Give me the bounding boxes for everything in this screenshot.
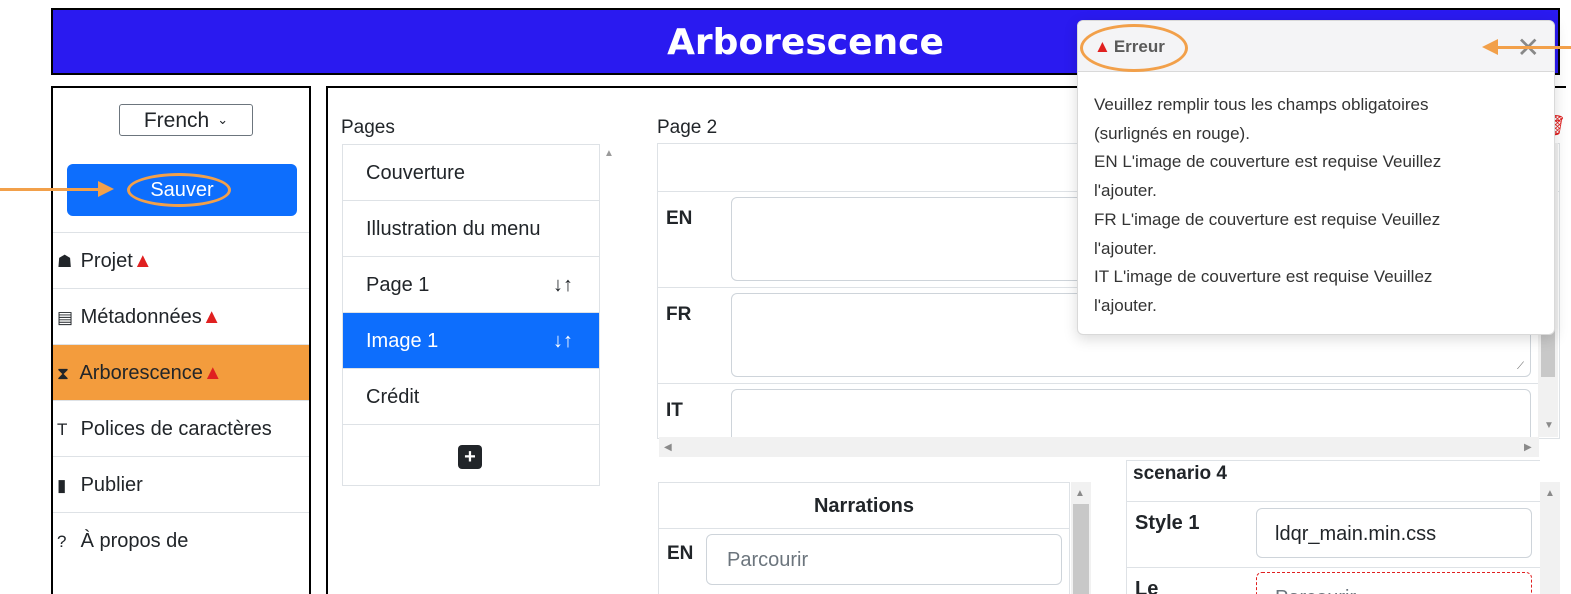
warning-icon: ▲ [201,306,222,328]
narrations-header: Narrations [659,483,1069,529]
scroll-down-icon[interactable]: ▼ [1544,420,1554,431]
list-item[interactable]: Crédit [343,369,599,425]
sidebar-item-label: À propos de [80,530,189,552]
sidebar-item-label: Publier [80,474,143,496]
language-value: French [143,109,210,132]
annotation-arrow-line [1496,46,1571,49]
text-row-it: IT [658,384,1538,438]
error-toast: ▲ Erreur ✕ Veuillez remplir tous les cham… [1077,20,1555,335]
scrollbar-thumb[interactable] [1073,504,1089,594]
list-item[interactable]: Illustration du menu [343,201,599,257]
chevron-down-icon: ⌄ [217,112,229,127]
document-icon: ▤ [57,308,74,327]
list-item-selected[interactable]: Image 1 ↓↑ [343,313,599,369]
hourglass-icon: ⧗ [57,364,69,383]
home-icon: ☗ [57,252,73,271]
scroll-up-icon[interactable]: ▲ [604,148,614,159]
sidebar-item-polices[interactable]: T Polices de caractères [53,400,309,456]
lang-label: FR [666,304,692,325]
annotation-circle [127,173,231,207]
style2-file-input[interactable]: Parcourir [1256,572,1532,594]
style1-label: Style 1 [1135,512,1200,534]
annotation-circle [1080,24,1188,72]
narration-en-file-input[interactable]: Parcourir [706,534,1062,585]
sidebar: French ⌄ Sauver ☗ Projet▲ ▤ Métadonnées▲ … [51,86,311,594]
pages-list: Couverture Illustration du menu Page 1 ↓↑… [342,144,600,486]
scroll-right-icon[interactable]: ▶ [1524,442,1532,453]
add-page-row: + [343,425,599,485]
scroll-up-icon[interactable]: ▲ [1545,488,1555,499]
sidebar-item-label: Arborescence [79,362,203,384]
style1-input[interactable]: ldqr_main.min.css [1256,508,1532,558]
toast-message: Veuillez remplir tous les champs obligat… [1094,95,1442,315]
scroll-left-icon[interactable]: ◀ [664,442,672,453]
book-icon: ▮ [57,476,67,495]
style-row: Le Parcourir [1127,567,1540,594]
pages-label: Pages [341,117,395,138]
styles-table: scenario 4 Style 1 ldqr_main.min.css Le … [1126,460,1540,594]
annotation-arrow-icon [98,181,114,197]
sidebar-item-projet[interactable]: ☗ Projet▲ [53,232,309,288]
lang-label: EN [666,208,693,229]
sidebar-item-label: Projet [80,250,133,272]
lang-label: IT [666,400,683,421]
sidebar-item-arborescence[interactable]: ⧗ Arborescence▲ [53,344,309,400]
style2-label: Le [1135,578,1159,594]
list-item[interactable]: Couverture [343,145,599,201]
sidebar-item-metadonnees[interactable]: ▤ Métadonnées▲ [53,288,309,344]
add-page-button[interactable]: + [458,445,482,469]
lang-label: EN [667,543,694,564]
warning-icon: ▲ [132,250,153,272]
horizontal-scrollbar[interactable] [659,437,1539,457]
font-icon: T [57,420,68,439]
warning-icon: ▲ [202,362,223,384]
reorder-arrows-icon[interactable]: ↓↑ [553,257,573,313]
reorder-arrows-icon[interactable]: ↓↑ [553,313,573,369]
sidebar-item-label: Métadonnées [80,306,202,328]
question-icon: ? [57,532,67,551]
sidebar-item-label: Polices de caractères [80,418,272,440]
scenario-label: scenario 4 [1133,463,1227,484]
list-item[interactable]: Page 1 ↓↑ [343,257,599,313]
sidebar-item-publier[interactable]: ▮ Publier [53,456,309,512]
sidebar-item-a-propos[interactable]: ? À propos de [53,512,309,568]
scroll-up-icon[interactable]: ▲ [1075,488,1085,499]
narrations-table: Narrations EN Parcourir [658,482,1070,594]
style-row: Style 1 ldqr_main.min.css [1127,501,1540,567]
annotation-arrow-icon [1482,39,1498,55]
text-it-textarea[interactable] [731,389,1531,438]
sidebar-nav: ☗ Projet▲ ▤ Métadonnées▲ ⧗ Arborescence▲… [53,232,309,568]
annotation-arrow-line [0,188,100,191]
language-select[interactable]: French ⌄ [119,104,253,136]
resize-grip-icon[interactable]: ⟋ [1517,361,1524,372]
page-detail-title: Page 2 [657,117,718,138]
